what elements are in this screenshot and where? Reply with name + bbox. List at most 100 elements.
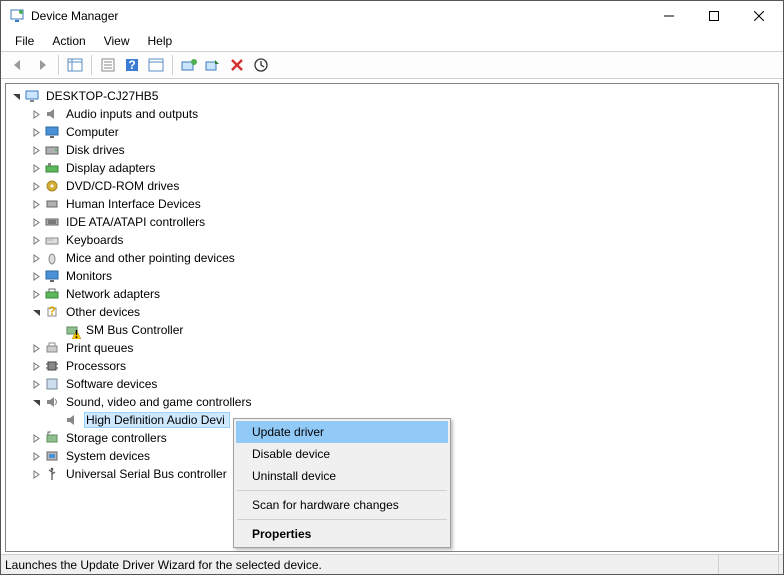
device-icon xyxy=(44,340,60,356)
menu-action[interactable]: Action xyxy=(44,32,93,50)
node-label: DVD/CD-ROM drives xyxy=(64,179,181,193)
chevron-right-icon[interactable] xyxy=(30,288,42,300)
context-menu-separator xyxy=(237,519,447,520)
node-label: Display adapters xyxy=(64,161,157,175)
device-icon xyxy=(44,142,60,158)
tree-category[interactable]: Monitors xyxy=(6,267,778,285)
node-label: System devices xyxy=(64,449,152,463)
device-icon xyxy=(44,376,60,392)
context-menu: Update driver Disable device Uninstall d… xyxy=(233,418,451,548)
tree-device[interactable]: !SM Bus Controller xyxy=(6,321,778,339)
context-menu-uninstall-device[interactable]: Uninstall device xyxy=(236,465,448,487)
tree-category[interactable]: DVD/CD-ROM drives xyxy=(6,177,778,195)
maximize-button[interactable] xyxy=(691,2,736,30)
toolbar-separator xyxy=(91,55,92,75)
chevron-right-icon[interactable] xyxy=(30,360,42,372)
node-label: Audio inputs and outputs xyxy=(64,107,200,121)
tree-category[interactable]: ? Other devices xyxy=(6,303,778,321)
chevron-right-icon[interactable] xyxy=(30,216,42,228)
tree-category[interactable]: Processors xyxy=(6,357,778,375)
chevron-right-icon[interactable] xyxy=(30,342,42,354)
chevron-down-icon[interactable] xyxy=(30,306,42,318)
node-label: Print queues xyxy=(64,341,135,355)
device-icon: ! xyxy=(64,322,80,338)
device-icon xyxy=(44,286,60,302)
tree-category[interactable]: Audio inputs and outputs xyxy=(6,105,778,123)
tree-category[interactable]: Human Interface Devices xyxy=(6,195,778,213)
update-driver-button[interactable] xyxy=(178,54,200,76)
node-label: Sound, video and game controllers xyxy=(64,395,253,409)
chevron-down-icon[interactable] xyxy=(10,90,22,102)
device-icon xyxy=(44,430,60,446)
tree-category[interactable]: Network adapters xyxy=(6,285,778,303)
node-label: High Definition Audio Devi xyxy=(84,412,230,428)
node-label: Computer xyxy=(64,125,121,139)
statusbar-cell xyxy=(719,555,779,574)
show-hide-tree-button[interactable] xyxy=(64,54,86,76)
device-icon xyxy=(44,214,60,230)
tree-category[interactable]: Display adapters xyxy=(6,159,778,177)
chevron-right-icon[interactable] xyxy=(30,198,42,210)
menu-view[interactable]: View xyxy=(96,32,138,50)
disable-button[interactable] xyxy=(250,54,272,76)
action-button[interactable] xyxy=(145,54,167,76)
chevron-right-icon[interactable] xyxy=(30,144,42,156)
chevron-right-icon[interactable] xyxy=(30,252,42,264)
chevron-right-icon[interactable] xyxy=(30,180,42,192)
context-menu-disable-device[interactable]: Disable device xyxy=(236,443,448,465)
svg-text:?: ? xyxy=(48,305,55,318)
device-icon xyxy=(64,412,80,428)
context-menu-update-driver[interactable]: Update driver xyxy=(236,421,448,443)
chevron-right-icon[interactable] xyxy=(30,432,42,444)
chevron-right-icon[interactable] xyxy=(30,378,42,390)
chevron-right-icon[interactable] xyxy=(30,162,42,174)
node-label: Other devices xyxy=(64,305,142,319)
tree-category[interactable]: Print queues xyxy=(6,339,778,357)
scan-hardware-button[interactable] xyxy=(202,54,224,76)
chevron-right-icon[interactable] xyxy=(30,270,42,282)
tree-category[interactable]: Software devices xyxy=(6,375,778,393)
tree-category[interactable]: Mice and other pointing devices xyxy=(6,249,778,267)
context-menu-scan-hardware[interactable]: Scan for hardware changes xyxy=(236,494,448,516)
chevron-right-icon[interactable] xyxy=(30,234,42,246)
menu-file[interactable]: File xyxy=(7,32,42,50)
help-button[interactable]: ? xyxy=(121,54,143,76)
uninstall-button[interactable] xyxy=(226,54,248,76)
toolbar-separator xyxy=(172,55,173,75)
device-icon xyxy=(44,358,60,374)
context-menu-separator xyxy=(237,490,447,491)
context-menu-properties[interactable]: Properties xyxy=(236,523,448,545)
chevron-down-icon[interactable] xyxy=(30,396,42,408)
chevron-right-icon[interactable] xyxy=(30,450,42,462)
device-icon xyxy=(44,178,60,194)
minimize-button[interactable] xyxy=(646,2,691,30)
computer-icon xyxy=(24,88,40,104)
chevron-right-icon[interactable] xyxy=(30,108,42,120)
tree-category[interactable]: IDE ATA/ATAPI controllers xyxy=(6,213,778,231)
tree-category[interactable]: Keyboards xyxy=(6,231,778,249)
back-button[interactable] xyxy=(7,54,29,76)
tree-root[interactable]: DESKTOP-CJ27HB5 xyxy=(6,87,778,105)
properties-button[interactable] xyxy=(97,54,119,76)
tree-category[interactable]: Computer xyxy=(6,123,778,141)
device-icon xyxy=(44,106,60,122)
node-label: Processors xyxy=(64,359,128,373)
svg-text:?: ? xyxy=(128,58,135,72)
app-icon xyxy=(9,8,25,24)
node-label: Storage controllers xyxy=(64,431,169,445)
tree-category[interactable]: Disk drives xyxy=(6,141,778,159)
chevron-right-icon[interactable] xyxy=(30,126,42,138)
device-icon xyxy=(44,196,60,212)
device-icon xyxy=(44,232,60,248)
tree-category[interactable]: Sound, video and game controllers xyxy=(6,393,778,411)
node-label: IDE ATA/ATAPI controllers xyxy=(64,215,207,229)
node-label: Mice and other pointing devices xyxy=(64,251,237,265)
statusbar: Launches the Update Driver Wizard for th… xyxy=(1,554,783,574)
chevron-right-icon[interactable] xyxy=(30,468,42,480)
window-title: Device Manager xyxy=(31,9,646,23)
close-button[interactable] xyxy=(736,2,781,30)
device-icon xyxy=(44,466,60,482)
forward-button[interactable] xyxy=(31,54,53,76)
device-icon xyxy=(44,268,60,284)
menu-help[interactable]: Help xyxy=(140,32,181,50)
